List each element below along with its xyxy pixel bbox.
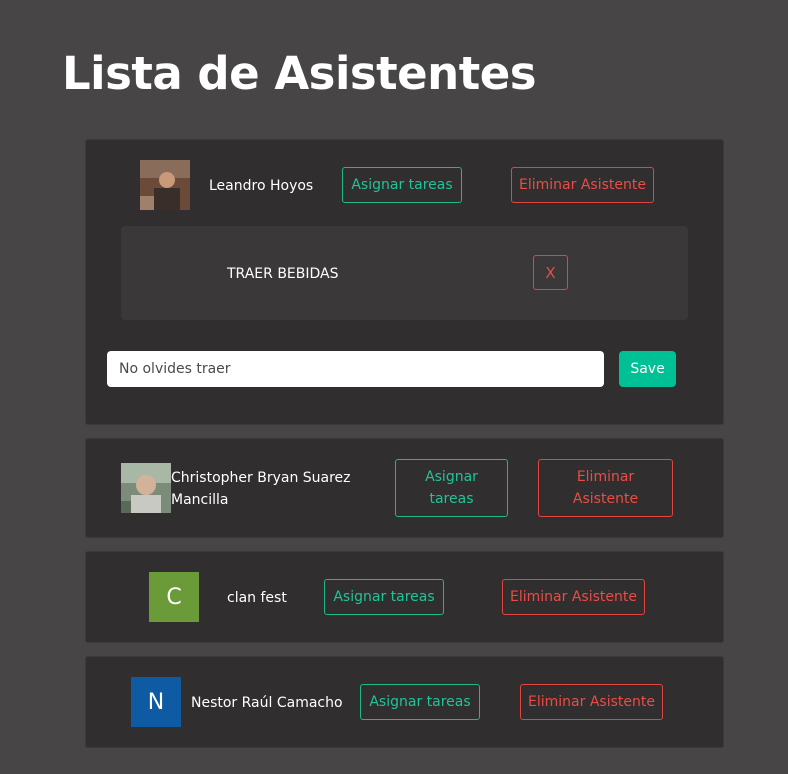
avatar: C xyxy=(149,572,199,622)
delete-attendee-button[interactable]: Eliminar Asistente xyxy=(511,167,654,203)
attendee-card: Leandro Hoyos Asignar tareas Eliminar As… xyxy=(85,139,724,425)
delete-attendee-button[interactable]: Eliminar Asistente xyxy=(538,459,673,517)
assign-tasks-button[interactable]: Asignar tareas xyxy=(342,167,462,203)
attendee-name: Christopher Bryan Suarez Mancilla xyxy=(171,470,351,508)
attendee-card: Christopher Bryan Suarez Mancilla Asigna… xyxy=(85,438,724,538)
assign-tasks-button[interactable]: Asignar tareas xyxy=(395,459,508,517)
avatar xyxy=(121,463,171,513)
attendee-card: N Nestor Raúl Camacho Asignar tareas Eli… xyxy=(85,656,724,748)
remove-task-button[interactable]: X xyxy=(533,255,568,290)
avatar-letter: C xyxy=(166,584,182,610)
user-photo-icon xyxy=(121,463,171,513)
save-button[interactable]: Save xyxy=(619,351,676,387)
assign-tasks-button[interactable]: Asignar tareas xyxy=(324,579,444,615)
attendee-card: C clan fest Asignar tareas Eliminar Asis… xyxy=(85,551,724,643)
avatar xyxy=(140,160,190,210)
attendee-name: Leandro Hoyos xyxy=(209,178,314,194)
delete-attendee-button[interactable]: Eliminar Asistente xyxy=(520,684,663,720)
user-photo-icon xyxy=(140,160,190,210)
attendee-name: Nestor Raúl Camacho xyxy=(191,695,343,711)
page-title: Lista de Asistentes xyxy=(62,47,537,100)
avatar-letter: N xyxy=(147,689,165,715)
delete-attendee-button[interactable]: Eliminar Asistente xyxy=(502,579,645,615)
assign-tasks-button[interactable]: Asignar tareas xyxy=(360,684,480,720)
task-label: TRAER BEBIDAS xyxy=(227,266,339,282)
task-item: TRAER BEBIDAS X xyxy=(121,226,688,320)
attendee-name: clan fest xyxy=(227,590,287,606)
task-input[interactable] xyxy=(107,351,604,387)
avatar: N xyxy=(131,677,181,727)
